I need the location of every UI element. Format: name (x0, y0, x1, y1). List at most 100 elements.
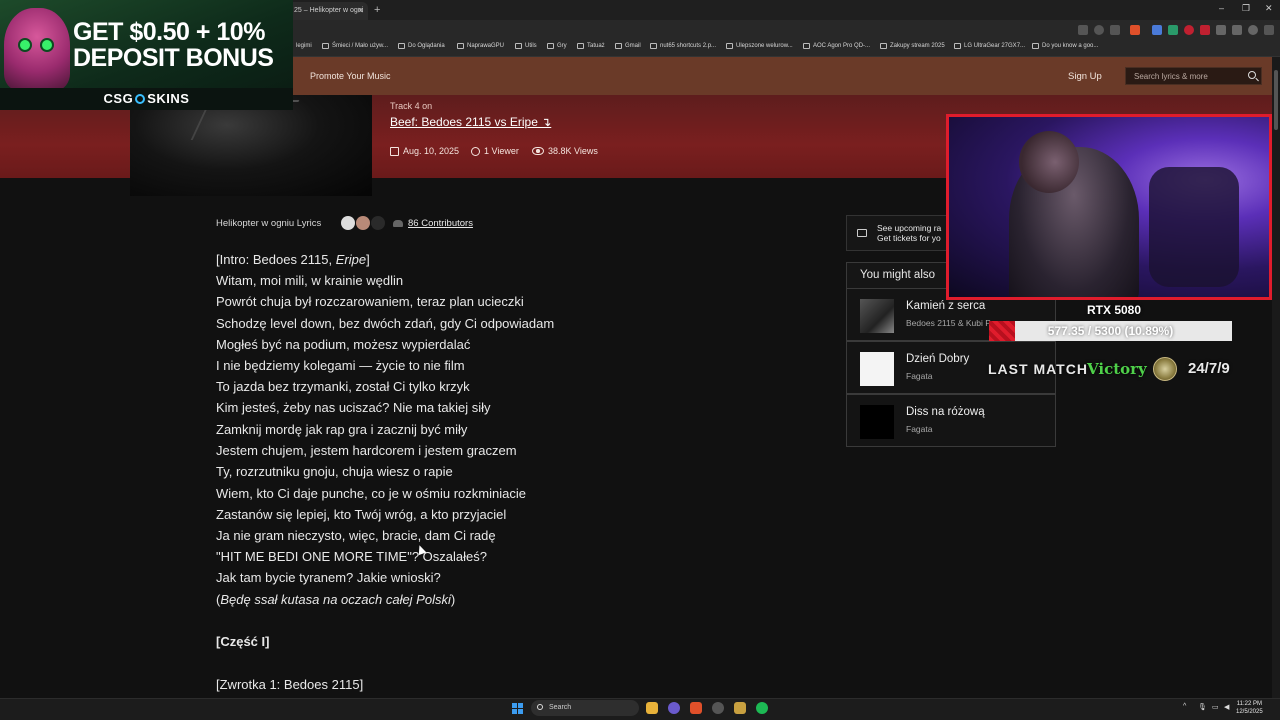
brave-shield-icon[interactable] (1130, 25, 1140, 35)
extension-icon[interactable] (1184, 25, 1194, 35)
network-icon[interactable]: ▭ (1212, 703, 1219, 711)
ad-brand: CSG SKINS (0, 88, 293, 110)
minimize-button[interactable]: – (1219, 3, 1224, 13)
search-placeholder: Search lyrics & more (1134, 72, 1208, 81)
stream-stat: 24/7/9 (1188, 360, 1230, 377)
song-thumbnail (860, 299, 894, 333)
lyric-line[interactable]: "HIT ME BEDI ONE MORE TIME"? Oszalałeś? (216, 549, 487, 564)
song-thumbnail (860, 352, 894, 386)
steam-icon[interactable] (712, 702, 724, 714)
lyric-line[interactable]: Witam, moi mili, w krainie wędlin (216, 273, 403, 288)
bookmark-item[interactable]: Gry (547, 43, 567, 49)
bookmark-item[interactable]: legimi (296, 43, 312, 49)
search-icon[interactable] (1248, 71, 1256, 79)
sidebar-icon[interactable] (1232, 25, 1242, 35)
song-title: Dzień Dobry (906, 353, 970, 365)
browser-tab-active[interactable]: 25 – Helikopter w ogni ✕ (286, 2, 368, 20)
lyric-line[interactable]: I nie będziemy kolegami — życie to nie f… (216, 358, 465, 373)
folder-icon (457, 43, 464, 49)
profile-icon[interactable] (1248, 25, 1258, 35)
lyric-line[interactable]: Jak tam bycie tyranem? Jakie wnioski? (216, 570, 441, 585)
extension-icon[interactable] (1200, 25, 1210, 35)
folder-icon (322, 43, 329, 49)
lyric-line[interactable]: Ja nie gram nieczysto, więc, bracie, dam… (216, 528, 496, 543)
lyric-line[interactable]: Zamknij mordę jak rap gra i zacznij być … (216, 422, 467, 437)
last-match-result: Victory (1087, 360, 1147, 378)
new-tab-button[interactable]: + (374, 4, 380, 16)
gmail-icon (615, 43, 622, 49)
lyric-line[interactable]: Mogłeś być na podium, możesz wypierdalać (216, 337, 470, 352)
bookmark-item[interactable]: Do Oglądania (398, 43, 445, 49)
page-scrollbar[interactable] (1272, 57, 1280, 700)
clock-icon (471, 146, 480, 156)
zoom-icon[interactable] (1094, 25, 1104, 35)
suggested-song[interactable]: Diss na różową Fagata (846, 394, 1056, 447)
promote-music-link[interactable]: Promote Your Music (310, 71, 391, 81)
windows-start-icon[interactable] (512, 703, 523, 714)
contributor-avatar[interactable] (371, 216, 385, 230)
contributor-avatar[interactable] (341, 216, 355, 230)
extension-icon[interactable] (1152, 25, 1162, 35)
contributor-avatar[interactable] (356, 216, 370, 230)
site-icon (803, 43, 810, 49)
lyric-line[interactable]: Jestem chujem, jestem hardcorem i jestem… (216, 443, 517, 458)
bookmark-item[interactable]: Śmieci / Mało używ... (322, 43, 388, 49)
file-explorer-icon[interactable] (646, 702, 658, 714)
maximize-button[interactable]: ❐ (1242, 3, 1250, 14)
folder-icon (398, 43, 405, 49)
bookmark-item[interactable]: AOC Agon Pro QD-... (803, 43, 870, 49)
folder-icon (577, 43, 584, 49)
lyric-line[interactable]: Zastanów się lepiej, kto Twój wróg, a kt… (216, 507, 506, 522)
ad-subheadline: DEPOSIT BONUS (73, 44, 274, 72)
bookmark-item[interactable]: nut65 shortcuts 2.p... (650, 43, 716, 49)
search-input[interactable]: Search lyrics & more (1125, 67, 1262, 85)
site-icon (954, 43, 961, 49)
contributors-link[interactable]: 86 Contributors (393, 218, 473, 229)
bookmark-item[interactable]: Utils (515, 43, 537, 49)
volume-icon[interactable]: ◀ (1224, 703, 1229, 711)
spotify-icon[interactable] (756, 702, 768, 714)
discord-icon[interactable] (668, 702, 680, 714)
bookmark-item[interactable]: NaprawaGPU (457, 43, 504, 49)
app-icon[interactable] (734, 702, 746, 714)
lyric-line[interactable]: To jazda bez trzymanki, został Ci tylko … (216, 379, 470, 394)
bookmark-item[interactable]: LG UltraGear 27GX7... (954, 43, 1025, 49)
bookmark-item[interactable]: Do you know a goo... (1032, 43, 1098, 49)
tickets-text: See upcoming ra (877, 223, 942, 233)
microphone-icon[interactable]: 🎙 (1198, 703, 1207, 711)
bookmark-item[interactable]: Tatuaż (577, 43, 605, 49)
menu-icon[interactable] (1264, 25, 1274, 35)
gpu-goal-label: RTX 5080 (1087, 303, 1142, 317)
tab-close-icon[interactable]: ✕ (357, 6, 364, 15)
extension-icon[interactable] (1168, 25, 1178, 35)
lyric-section-header: [Intro: Bedoes 2115, Eripe] (216, 252, 370, 267)
taskbar-clock[interactable]: 11:22 PM 12/5/2025 (1236, 700, 1263, 716)
lyric-line-italic[interactable]: (Będę ssał kutasa na oczach całej Polski… (216, 592, 455, 607)
lyric-line[interactable]: Kim jesteś, żeby nas uciszać? Nie ma tak… (216, 400, 491, 415)
bookmark-item[interactable]: Ulepszone welurow... (726, 43, 793, 49)
last-match-label: LAST MATCH (988, 361, 1088, 377)
song-artist: Bedoes 2115 & Kubi P... (906, 318, 997, 328)
song-thumbnail (860, 405, 894, 439)
album-link[interactable]: Beef: Bedoes 2115 vs Eripe ↴ (390, 115, 551, 129)
lyric-line[interactable]: Wiem, kto Ci daje punche, co je w ośmiu … (216, 486, 526, 501)
share-icon[interactable] (1110, 25, 1120, 35)
lyric-line[interactable]: Schodzę level down, bez dwóch zdań, gdy … (216, 316, 554, 331)
taskbar-search[interactable]: Search (531, 700, 639, 716)
calendar-icon (390, 146, 399, 156)
tray-chevron-icon[interactable]: ^ (1183, 703, 1186, 710)
bookmark-item[interactable]: Gmail (615, 43, 641, 49)
translate-icon[interactable] (1078, 25, 1088, 35)
goal-progress-text: 577.35 / 5300 (10.89%) (1047, 324, 1174, 338)
lyric-line[interactable]: Ty, rozrzutniku gnoju, chuja wiesz o rap… (216, 464, 453, 479)
extensions-puzzle-icon[interactable] (1216, 25, 1226, 35)
promo-ad-banner[interactable]: GET $0.50 + 10% DEPOSIT BONUS CSG SKINS (0, 0, 293, 110)
brave-browser-icon[interactable] (690, 702, 702, 714)
lyric-line[interactable]: Powrót chuja był rozczarowaniem, teraz p… (216, 294, 524, 309)
bookmark-item[interactable]: Zakupy stream 2025 (880, 43, 945, 49)
sign-up-link[interactable]: Sign Up (1068, 71, 1102, 82)
lyric-section-header: [Część I] (216, 634, 270, 649)
close-window-button[interactable]: ✕ (1265, 3, 1273, 14)
ticket-icon (857, 229, 867, 237)
scrollbar-thumb[interactable] (1274, 70, 1278, 130)
